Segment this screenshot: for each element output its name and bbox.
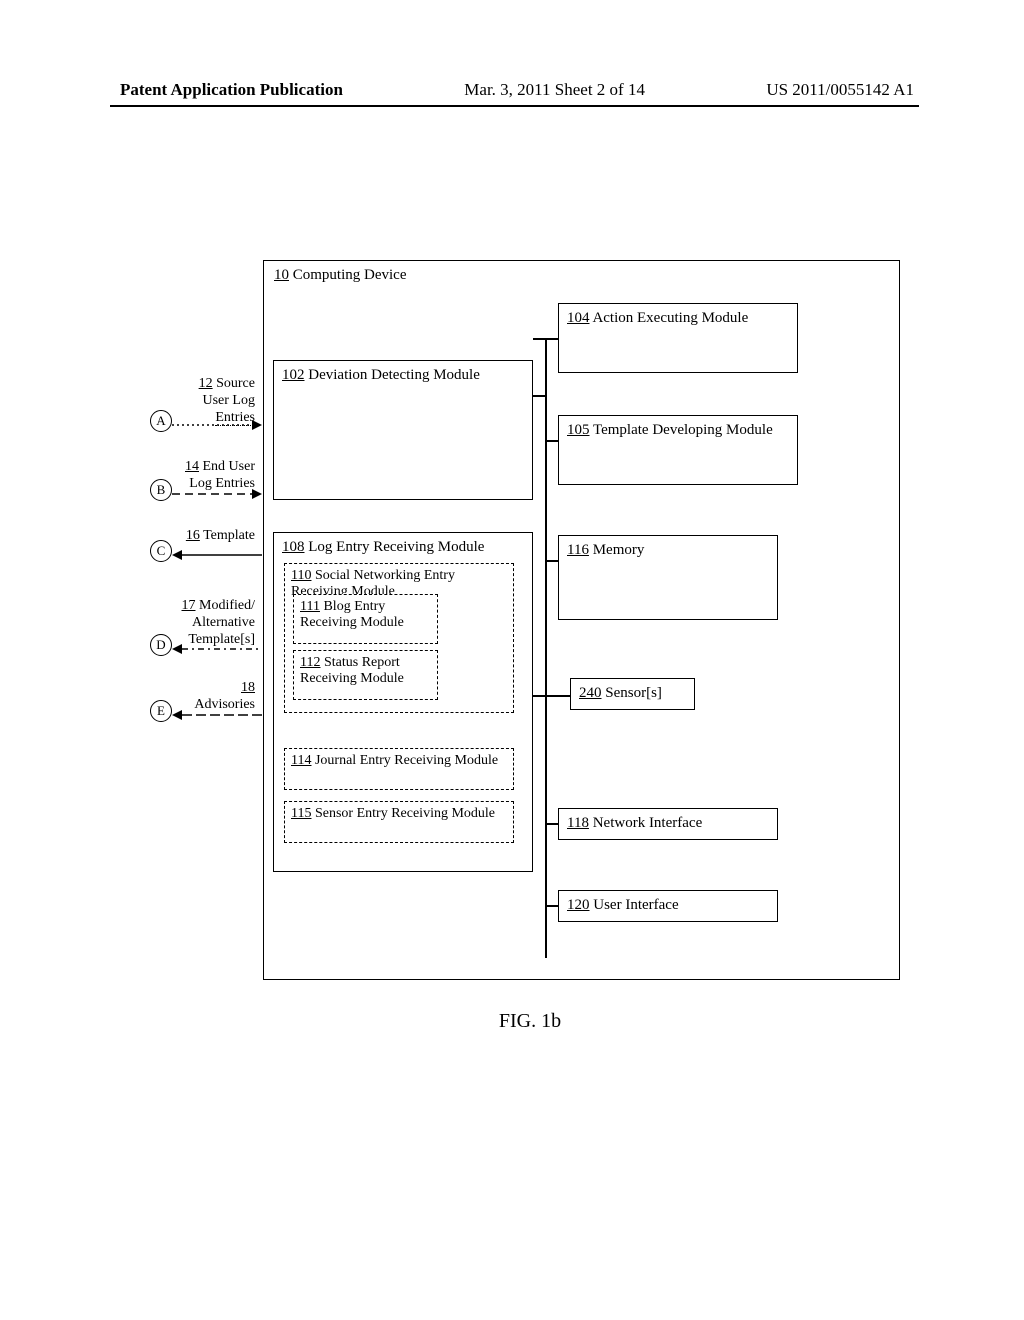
connector-line bbox=[545, 440, 558, 442]
modified-template-label: 17 Modified/ Alternative Template[s] bbox=[165, 598, 255, 648]
header-divider bbox=[110, 105, 919, 107]
network-interface-module: 118 Network Interface bbox=[558, 808, 778, 840]
journal-entry-module: 114 Journal Entry Receiving Module bbox=[284, 748, 514, 790]
connector-line bbox=[533, 695, 570, 697]
sensor-entry-module: 115 Sensor Entry Receiving Module bbox=[284, 801, 514, 843]
template-developing-module: 105 Template Developing Module bbox=[558, 415, 798, 485]
header-sheet: Mar. 3, 2011 Sheet 2 of 14 bbox=[464, 80, 645, 100]
memory-module: 116 Memory bbox=[558, 535, 778, 620]
arrow-d bbox=[172, 644, 267, 656]
connector-line bbox=[533, 395, 546, 397]
figure-label: FIG. 1b bbox=[150, 1010, 910, 1033]
connector-line bbox=[545, 338, 547, 958]
circle-b: B bbox=[150, 479, 172, 501]
user-interface-module: 120 User Interface bbox=[558, 890, 778, 922]
circle-c: C bbox=[150, 540, 172, 562]
end-user-log-label: 14 End User Log Entries bbox=[165, 459, 255, 493]
deviation-detecting-module: 102 Deviation Detecting Module bbox=[273, 360, 533, 500]
arrow-e bbox=[172, 710, 267, 722]
blog-entry-module: 111 Blog Entry Receiving Module bbox=[293, 594, 438, 644]
circle-a: A bbox=[150, 410, 172, 432]
circle-d: D bbox=[150, 634, 172, 656]
computing-device-title: 10 Computing Device bbox=[274, 267, 406, 284]
social-networking-entry-module: 110 Social Networking Entry Receiving Mo… bbox=[284, 563, 514, 713]
connector-line bbox=[545, 823, 558, 825]
arrow-a bbox=[172, 420, 267, 432]
template-label: 16 Template bbox=[165, 528, 255, 545]
log-entry-receiving-module: 108 Log Entry Receiving Module 110 Socia… bbox=[273, 532, 533, 872]
action-executing-module: 104 Action Executing Module bbox=[558, 303, 798, 373]
status-report-module: 112 Status Report Receiving Module bbox=[293, 650, 438, 700]
connector-line bbox=[545, 560, 558, 562]
page-header: Patent Application Publication Mar. 3, 2… bbox=[0, 80, 1024, 100]
arrow-b bbox=[172, 489, 267, 501]
circle-e: E bbox=[150, 700, 172, 722]
source-user-log-label: 12 Source User Log Entries bbox=[165, 376, 255, 426]
connector-line bbox=[545, 905, 558, 907]
arrow-c bbox=[172, 550, 267, 562]
sensors-module: 240 Sensor[s] bbox=[570, 678, 695, 710]
advisories-label: 18 Advisories bbox=[165, 680, 255, 714]
header-publication: Patent Application Publication bbox=[120, 80, 343, 100]
header-patent-number: US 2011/0055142 A1 bbox=[766, 80, 914, 100]
